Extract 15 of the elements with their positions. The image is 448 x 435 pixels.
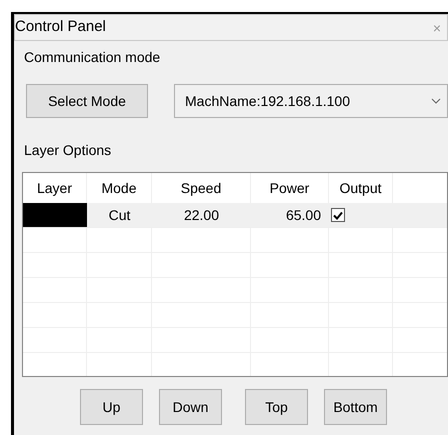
move-button[interactable]: Down — [159, 389, 222, 425]
move-button[interactable]: Up — [80, 389, 143, 425]
select-mode-button[interactable]: Select Mode — [26, 84, 148, 118]
window-title: Control Panel — [15, 17, 106, 38]
layer-color-swatch[interactable] — [23, 203, 87, 227]
chevron-down-icon — [431, 98, 441, 104]
group-title: Communication mode — [24, 49, 160, 65]
group-title: Layer Options — [24, 142, 112, 158]
table-cell-text: Cut — [108, 206, 132, 224]
table-cell-text: 65.00 — [284, 206, 322, 224]
table-cell-text: 22.00 — [182, 206, 220, 224]
move-button[interactable]: Top — [245, 389, 308, 425]
device-dropdown[interactable]: MachName:192.168.1.100 — [174, 84, 448, 118]
move-button[interactable]: Bottom — [324, 389, 387, 425]
output-checkbox[interactable] — [331, 208, 345, 222]
